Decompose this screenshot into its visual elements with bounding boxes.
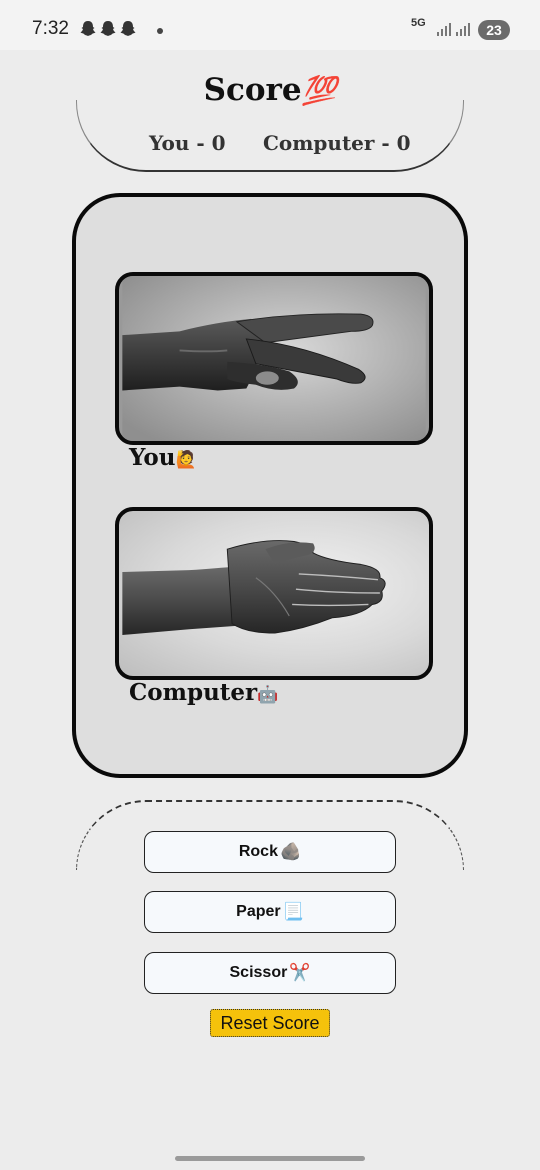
snapchat-icon bbox=[100, 20, 116, 38]
computer-score: Computer - 0 bbox=[263, 131, 411, 155]
player-label: You🙋 bbox=[129, 444, 197, 471]
status-bar: 7:32 5G 23 bbox=[0, 0, 540, 50]
raising-hand-icon: 🙋 bbox=[175, 450, 197, 470]
player-score: You - 0 bbox=[149, 131, 226, 155]
player-label-text: You bbox=[129, 444, 176, 471]
paper-hand-icon bbox=[122, 540, 386, 635]
rock-icon: 🪨 bbox=[279, 842, 302, 861]
battery-level: 23 bbox=[486, 22, 502, 38]
snapchat-icon bbox=[120, 20, 136, 38]
paper-icon: 📃 bbox=[282, 902, 304, 921]
rock-button[interactable]: Rock 🪨 bbox=[144, 831, 396, 873]
status-time: 7:32 bbox=[32, 18, 69, 39]
computer-label-text: Computer bbox=[129, 679, 258, 706]
reset-score-button[interactable]: Reset Score bbox=[210, 1009, 330, 1037]
player-hand-image bbox=[115, 272, 433, 445]
scissor-button-label: Scissor bbox=[229, 964, 288, 981]
paper-button[interactable]: Paper 📃 bbox=[144, 891, 396, 933]
computer-label: Computer🤖 bbox=[129, 679, 278, 706]
computer-hand-image bbox=[115, 507, 433, 680]
battery-icon: 23 bbox=[478, 20, 510, 40]
scissors-icon: ✂️ bbox=[289, 963, 311, 982]
robot-icon: 🤖 bbox=[257, 685, 279, 705]
scissor-hand-icon bbox=[122, 276, 426, 441]
signal-icon bbox=[437, 22, 451, 36]
snapchat-icon bbox=[80, 20, 96, 38]
home-indicator[interactable] bbox=[175, 1156, 365, 1161]
rock-button-label: Rock bbox=[238, 843, 278, 860]
network-type-icon: 5G bbox=[411, 17, 426, 29]
notification-icons bbox=[80, 20, 136, 38]
signal-icon bbox=[456, 22, 470, 36]
more-notifications-dot bbox=[157, 28, 163, 34]
scissor-button[interactable]: Scissor ✂️ bbox=[144, 952, 396, 994]
paper-button-label: Paper bbox=[236, 903, 281, 920]
